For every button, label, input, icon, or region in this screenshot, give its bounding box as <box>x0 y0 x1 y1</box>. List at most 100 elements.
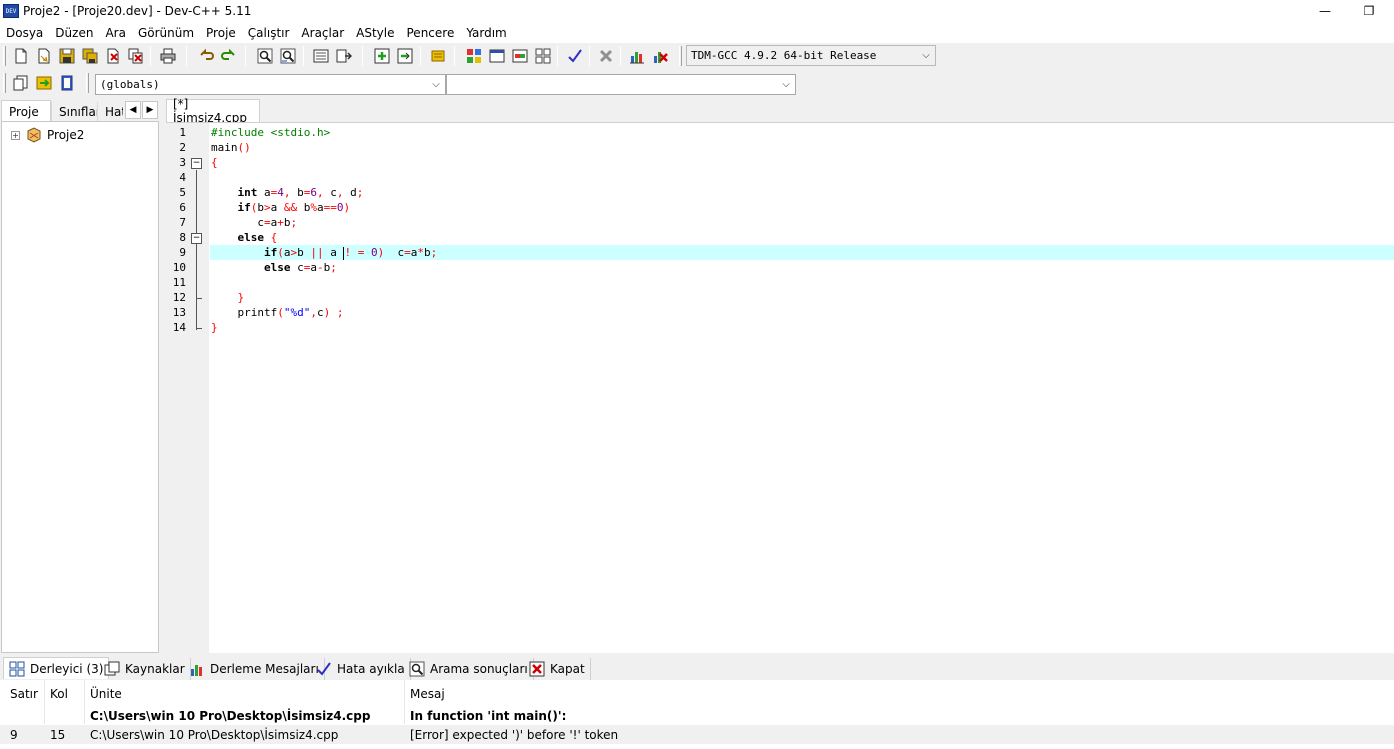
toolbar-grip[interactable] <box>679 46 682 66</box>
profile-chart-icon[interactable] <box>627 46 647 66</box>
chart-icon <box>189 661 205 677</box>
print-icon[interactable] <box>158 46 178 66</box>
toolbar-separator <box>620 46 621 66</box>
toolbar-separator <box>245 46 246 66</box>
syntax-check-icon[interactable] <box>565 46 585 66</box>
minimize-button[interactable]: — <box>1305 0 1345 22</box>
column-header-kol[interactable]: Kol <box>50 687 68 701</box>
goto-line-icon[interactable] <box>334 46 354 66</box>
menu-gorunum[interactable]: Görünüm <box>132 26 200 40</box>
save-all-icon[interactable] <box>80 46 100 66</box>
tab-label: Derleyici (3) <box>30 661 104 676</box>
toolbar-separator <box>303 46 304 66</box>
app-icon: DEV <box>3 4 19 18</box>
chevron-down-icon: ⌵ <box>432 78 440 90</box>
toolbar-separator <box>420 46 421 66</box>
code-line: { <box>211 156 218 169</box>
tab-kaynaklar[interactable]: Kaynaklar <box>99 658 191 680</box>
menu-yardim[interactable]: Yardım <box>460 26 512 40</box>
chevron-down-icon: ⌵ <box>782 78 790 90</box>
tree-item-project[interactable]: + Proje2 <box>11 127 84 143</box>
goto-bookmark-icon[interactable] <box>57 73 77 93</box>
cell-message: In function 'int main()': <box>410 709 567 723</box>
tab-scroll-left-icon[interactable]: ◀ <box>125 101 141 119</box>
toolbar-grip[interactable] <box>3 46 6 66</box>
close-all-icon[interactable] <box>126 46 146 66</box>
compiler-grid-icon <box>9 661 25 677</box>
tab-hata-ayikla[interactable]: Hata ayıkla <box>311 658 411 680</box>
main-toolbar: TDM-GCC 4.9.2 64-bit Release ⌵ <box>0 43 1394 70</box>
menu-pencere[interactable]: Pencere <box>401 26 461 40</box>
code-line: main() <box>211 141 251 154</box>
tab-scroll-right-icon[interactable]: ▶ <box>142 101 158 119</box>
add-to-project-icon[interactable] <box>372 46 392 66</box>
save-icon[interactable] <box>57 46 77 66</box>
close-file-icon[interactable] <box>103 46 123 66</box>
new-file-icon[interactable] <box>11 46 31 66</box>
code-line: } <box>237 291 245 304</box>
code-line: c=a+b; <box>211 216 298 229</box>
menu-dosya[interactable]: Dosya <box>0 26 49 40</box>
scope-select-value: (globals) <box>100 78 160 91</box>
compile-run-icon[interactable] <box>510 46 530 66</box>
code-line: if(b>a && b%a==0) <box>237 201 351 214</box>
indent-icon[interactable] <box>311 46 331 66</box>
resources-icon <box>104 661 120 677</box>
tab-kapat[interactable]: Kapat <box>524 658 591 680</box>
code-editor[interactable]: 1 2 3 4 5 6 7 8 9 10 11 12 13 14 − − #in… <box>166 122 1394 653</box>
symbol-select[interactable]: ⌵ <box>446 74 796 95</box>
compile-icon[interactable] <box>464 46 484 66</box>
menu-araclar[interactable]: Araçlar <box>295 26 350 40</box>
menu-bar: Dosya Düzen Ara Görünüm Proje Çalıştır A… <box>0 22 1394 43</box>
expand-icon[interactable]: + <box>11 130 20 140</box>
undo-icon[interactable] <box>196 46 216 66</box>
cell-col: 15 <box>50 728 66 742</box>
insert-icon[interactable] <box>11 73 31 93</box>
delete-profile-icon[interactable] <box>650 46 670 66</box>
find-icon[interactable] <box>255 46 275 66</box>
column-header-satir[interactable]: Satır <box>10 687 38 701</box>
code-line: else c=a-b; <box>263 261 337 274</box>
code-line: int a=4, b=6, c, d; <box>237 186 364 199</box>
window-title: Proje2 - [Proje20.dev] - Dev-C++ 5.11 <box>23 4 252 18</box>
toggle-bookmark-icon[interactable] <box>34 73 54 93</box>
compiler-select[interactable]: TDM-GCC 4.9.2 64-bit Release ⌵ <box>686 45 936 66</box>
tab-hata[interactable]: Hat <box>97 102 123 121</box>
menu-astyle[interactable]: AStyle <box>350 26 400 40</box>
project-icon <box>27 127 41 143</box>
replace-icon[interactable] <box>278 46 298 66</box>
cell-unit: C:\Users\win 10 Pro\Desktop\İsimsiz4.cpp <box>90 709 371 723</box>
toolbar-separator <box>150 46 151 66</box>
toolbar-separator <box>557 46 558 66</box>
table-row[interactable]: C:\Users\win 10 Pro\Desktop\İsimsiz4.cpp… <box>0 706 1394 725</box>
tab-arama-sonuclari[interactable]: Arama sonuçları <box>404 658 534 680</box>
menu-duzen[interactable]: Düzen <box>49 26 99 40</box>
toolbar-grip[interactable] <box>86 73 89 93</box>
editor-tab-isimsiz4[interactable]: [*] İsimsiz4.cpp <box>166 97 260 125</box>
tab-derleyici[interactable]: Derleyici (3) <box>3 657 110 679</box>
open-file-icon[interactable] <box>34 46 54 66</box>
column-header-mesaj[interactable]: Mesaj <box>410 687 445 701</box>
tab-label: Kaynaklar <box>125 662 185 676</box>
toolbar-separator <box>589 46 590 66</box>
tab-derleme-mesajlari[interactable]: Derleme Mesajları <box>184 658 325 680</box>
stop-execution-icon[interactable] <box>596 46 616 66</box>
run-icon[interactable] <box>487 46 507 66</box>
remove-from-project-icon[interactable] <box>395 46 415 66</box>
menu-calistir[interactable]: Çalıştır <box>242 26 296 40</box>
project-options-icon[interactable] <box>428 46 448 66</box>
tab-proje[interactable]: Proje <box>1 100 51 122</box>
bottom-panel-tabs: Derleyici (3) Kaynaklar Derleme Mesajlar… <box>0 657 1394 680</box>
maximize-button[interactable]: ❐ <box>1349 0 1389 22</box>
redo-icon[interactable] <box>219 46 239 66</box>
toolbar-grip[interactable] <box>3 73 6 93</box>
column-header-unite[interactable]: Ünite <box>90 687 122 701</box>
rebuild-all-icon[interactable] <box>533 46 553 66</box>
tab-siniflar[interactable]: Sınıflar <box>51 102 101 121</box>
table-row[interactable]: 9 15 C:\Users\win 10 Pro\Desktop\İsimsiz… <box>0 725 1394 744</box>
menu-proje[interactable]: Proje <box>200 26 242 40</box>
scope-select[interactable]: (globals) ⌵ <box>95 74 446 95</box>
menu-ara[interactable]: Ara <box>99 26 132 40</box>
